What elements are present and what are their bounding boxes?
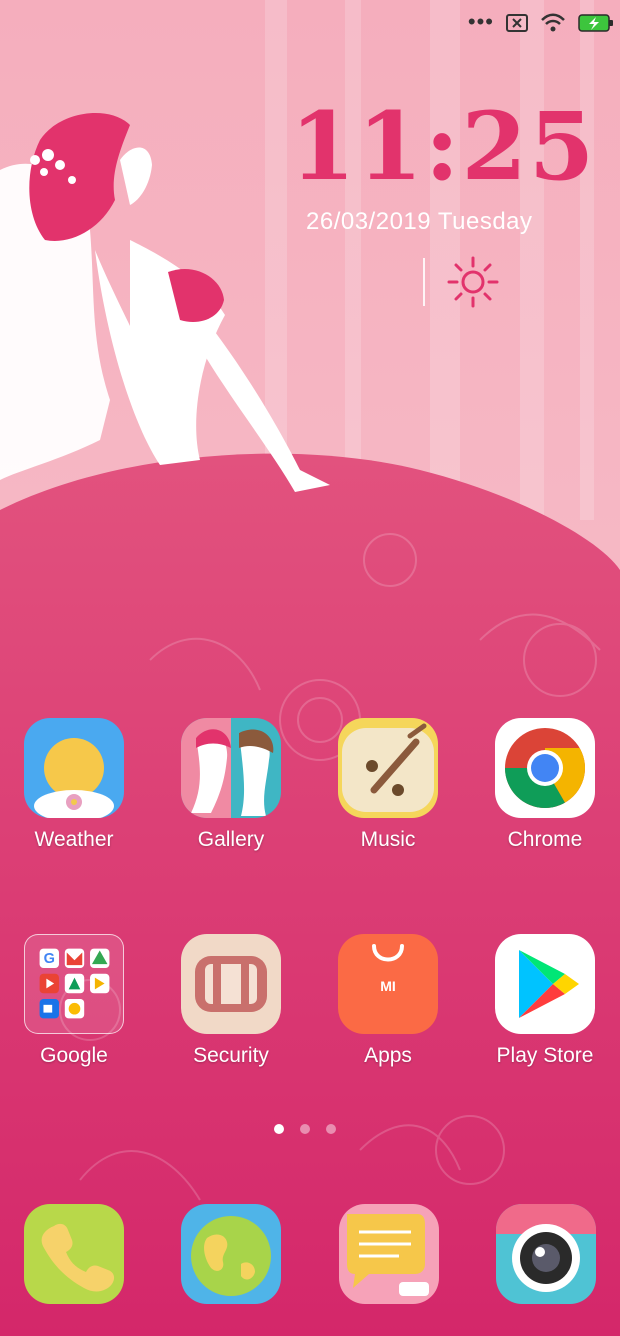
- battery-charging-icon: [578, 13, 614, 38]
- app-label: Google: [40, 1044, 108, 1067]
- gallery-icon: [181, 718, 281, 818]
- phone-icon: [24, 1204, 124, 1304]
- sun-icon[interactable]: [446, 255, 500, 309]
- weather-icon: [24, 718, 124, 818]
- app-weather[interactable]: Weather: [14, 718, 134, 852]
- more-notifications-icon: •••: [467, 9, 494, 34]
- browser-icon: [181, 1204, 281, 1304]
- google-folder-icon: G: [24, 934, 124, 1034]
- app-play-store[interactable]: Play Store: [485, 934, 605, 1068]
- status-bar: •••: [468, 8, 614, 42]
- app-label: Music: [360, 828, 416, 851]
- app-gallery[interactable]: Gallery: [171, 718, 291, 852]
- mi-badge: MI: [380, 978, 396, 994]
- wifi-icon: [540, 13, 566, 38]
- security-icon: [181, 934, 281, 1034]
- app-apps[interactable]: MI Apps: [328, 934, 448, 1068]
- app-security[interactable]: Security: [171, 934, 291, 1068]
- dock-phone[interactable]: [24, 1204, 124, 1304]
- play-store-icon: [495, 934, 595, 1034]
- dock-browser[interactable]: [181, 1204, 281, 1304]
- folder-google[interactable]: G Google: [14, 934, 134, 1068]
- clock-time[interactable]: 11:25: [290, 100, 596, 194]
- page-dot-2[interactable]: [300, 1124, 310, 1134]
- chrome-icon: [495, 718, 595, 818]
- weather-divider: [423, 258, 425, 306]
- app-label: Apps: [364, 1044, 412, 1067]
- sim-off-icon: [506, 13, 528, 37]
- messages-icon: [339, 1204, 439, 1304]
- dock-messages[interactable]: [339, 1204, 439, 1304]
- app-label: Weather: [34, 828, 114, 851]
- camera-icon: [496, 1204, 596, 1304]
- app-label: Security: [193, 1044, 269, 1067]
- app-label: Play Store: [496, 1044, 594, 1067]
- mi-apps-icon: MI: [338, 934, 438, 1034]
- page-dot-3[interactable]: [326, 1124, 336, 1134]
- svg-text:G: G: [43, 951, 54, 967]
- app-music[interactable]: Music: [328, 718, 448, 852]
- clock-date[interactable]: 26/03/2019 Tuesday: [306, 208, 533, 236]
- music-icon: [338, 718, 438, 818]
- dock-camera[interactable]: [496, 1204, 596, 1304]
- app-label: Gallery: [197, 828, 265, 851]
- page-dot-1[interactable]: [274, 1124, 284, 1134]
- app-chrome[interactable]: Chrome: [485, 718, 605, 852]
- page-indicator[interactable]: [274, 1124, 336, 1134]
- app-label: Chrome: [507, 828, 583, 851]
